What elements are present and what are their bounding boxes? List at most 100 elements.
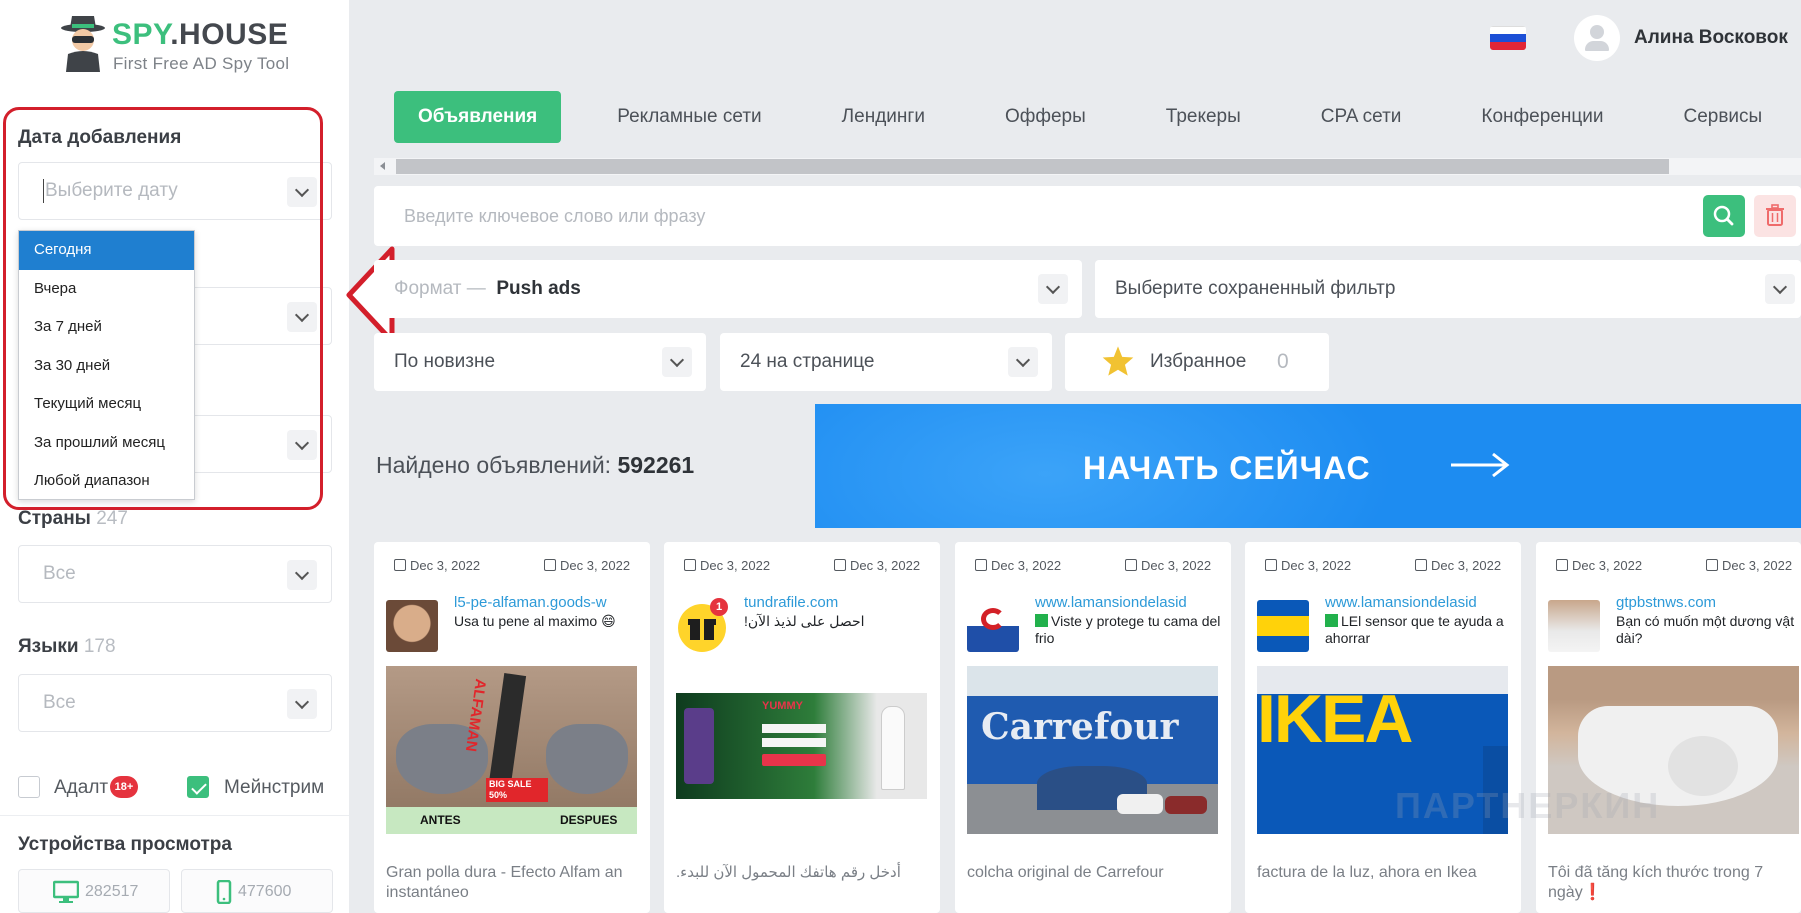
calendar-icon [1556, 559, 1568, 571]
calendar-icon [394, 559, 406, 571]
scrollbar-thumb[interactable] [396, 159, 1669, 174]
star-icon [1102, 346, 1134, 376]
promo-banner[interactable]: НАЧАТЬ СЕЙЧАС [815, 404, 1801, 528]
logo-brand: SPY.HOUSE [112, 18, 289, 51]
arrow-right-icon [1451, 452, 1510, 478]
sidebar: SPY.HOUSE First Free AD Spy Tool Дата до… [0, 0, 349, 913]
date-seen: Dec 3, 2022 [1706, 558, 1792, 573]
format-text: Формат — Push ads [394, 278, 581, 299]
creative-text-antes: ANTES [420, 813, 461, 827]
ad-description: أدخل رقم هاتفك المحمول الآن للبدء. [676, 864, 901, 881]
per-page-select[interactable]: 24 на странице [720, 333, 1052, 391]
saved-filter-select[interactable]: Выберите сохраненный фильтр [1095, 260, 1801, 318]
mobile-device-button[interactable]: 477600 [181, 869, 333, 913]
chevron-down-icon[interactable] [287, 560, 317, 590]
countries-value: Все [43, 563, 76, 584]
banner-cta: НАЧАТЬ СЕЙЧАС [1083, 450, 1371, 486]
tab-ads[interactable]: Объявления [394, 91, 562, 143]
countries-select[interactable]: Все [18, 545, 332, 603]
ad-headline: Viste y protege tu cama del frio [1035, 613, 1221, 646]
ad-icon-image [967, 600, 1019, 652]
ad-domain[interactable]: gtpbstnws.com [1616, 594, 1801, 611]
notification-badge: 1 [710, 598, 728, 616]
user-avatar[interactable] [1574, 15, 1620, 61]
chevron-down-icon[interactable] [1008, 347, 1038, 377]
tab-offers[interactable]: Офферы [981, 91, 1110, 143]
tab-trackers[interactable]: Трекеры [1142, 91, 1265, 143]
tab-services[interactable]: Сервисы [1659, 91, 1786, 143]
mainstream-checkbox[interactable] [187, 776, 209, 798]
ad-card[interactable]: Dec 3, 2022 Dec 3, 2022 1 tundrafile.com… [664, 542, 940, 913]
calendar-icon [975, 559, 987, 571]
ad-description: Tôi đã tăng kích thước trong 7 ngày❗ [1548, 864, 1764, 901]
tab-conferences[interactable]: Конференции [1457, 91, 1627, 143]
desktop-icon [53, 880, 79, 903]
chevron-down-icon[interactable] [1765, 274, 1795, 304]
ad-card[interactable]: Dec 3, 2022 Dec 3, 2022 www.lamansiondel… [1245, 542, 1521, 913]
date-seen: Dec 3, 2022 [544, 558, 630, 573]
format-select[interactable]: Формат — Push ads [374, 260, 1082, 318]
date-created: Dec 3, 2022 [394, 558, 480, 573]
divider [0, 815, 349, 816]
favorites-button[interactable]: Избранное 0 [1065, 333, 1329, 391]
calendar-icon [1125, 559, 1137, 571]
logo-tagline: First Free AD Spy Tool [113, 54, 290, 73]
ad-description: factura de la luz, ahora en Ikea [1257, 864, 1477, 881]
ad-card[interactable]: Dec 3, 2022 Dec 3, 2022 gtpbstnws.com Bạ… [1536, 542, 1801, 913]
search-input[interactable]: Введите ключевое слово или фразу [374, 186, 1801, 246]
ad-card[interactable]: Dec 3, 2022 Dec 3, 2022 www.lamansiondel… [955, 542, 1231, 913]
green-square-icon [1325, 614, 1338, 627]
tab-cpa-networks[interactable]: CPA сети [1297, 91, 1426, 143]
languages-label: Языки 178 [18, 636, 116, 657]
calendar-icon [684, 559, 696, 571]
chevron-down-icon[interactable] [662, 347, 692, 377]
ad-domain[interactable]: www.lamansiondelasid [1035, 594, 1225, 611]
ad-domain[interactable]: tundrafile.com [744, 594, 934, 611]
ad-headline: احصل على لذيذ الآن! [744, 613, 865, 629]
creative-text-carrefour: Carrefour [981, 706, 1179, 748]
gift-icon: 1 [676, 598, 728, 652]
ad-creative-image: Carrefour [967, 666, 1218, 834]
ad-card[interactable]: Dec 3, 2022 Dec 3, 2022 l5-pe-alfaman.go… [374, 542, 650, 913]
search-button[interactable] [1703, 195, 1745, 237]
creative-text-yummy: YUMMY [762, 700, 803, 712]
trash-icon [1766, 204, 1784, 226]
desktop-device-button[interactable]: 282517 [18, 869, 170, 913]
results-count: Найдено объявлений: 592261 [376, 452, 695, 478]
mainstream-label: Мейнстрим [224, 777, 325, 798]
languages-value: Все [43, 692, 76, 713]
creative-sale-badge: BIG SALE 50% [486, 778, 548, 802]
saved-filter-placeholder: Выберите сохраненный фильтр [1115, 278, 1396, 299]
adult-18-badge: 18+ [110, 776, 138, 798]
tab-landings[interactable]: Лендинги [818, 91, 949, 143]
spy-mascot-icon [61, 16, 105, 72]
adult-checkbox[interactable] [18, 776, 40, 798]
desktop-count: 282517 [85, 883, 139, 900]
devices-label: Устройства просмотра [18, 834, 232, 855]
chevron-down-icon[interactable] [287, 689, 317, 719]
clear-button[interactable] [1754, 195, 1796, 237]
creative-text-despues: DESPUES [560, 813, 618, 827]
date-created: Dec 3, 2022 [684, 558, 770, 573]
russia-flag-icon[interactable] [1490, 26, 1526, 50]
sort-select[interactable]: По новизне [374, 333, 706, 391]
ad-domain[interactable]: www.lamansiondelasid [1325, 594, 1515, 611]
ad-icon-image [1257, 600, 1309, 652]
calendar-icon [1415, 559, 1427, 571]
creative-text-ikea: IKEA [1257, 681, 1413, 757]
user-name[interactable]: Алина Восковок [1634, 27, 1788, 49]
scroll-left-arrow-icon[interactable] [380, 162, 385, 170]
chevron-down-icon[interactable] [1038, 274, 1068, 304]
adult-label: Адалт [54, 777, 109, 798]
tabs-scrollbar[interactable] [374, 158, 1801, 175]
ad-creative-image: YUMMY [676, 666, 927, 834]
tab-ad-networks[interactable]: Рекламные сети [593, 91, 785, 143]
date-seen: Dec 3, 2022 [1415, 558, 1501, 573]
search-placeholder: Введите ключевое слово или фразу [404, 206, 706, 226]
logo[interactable]: SPY.HOUSE First Free AD Spy Tool [58, 14, 318, 76]
ad-domain[interactable]: l5-pe-alfaman.goods-w [454, 594, 644, 611]
languages-select[interactable]: Все [18, 674, 332, 732]
watermark: ПАРТНЕРКИН [1395, 785, 1661, 826]
search-icon [1713, 205, 1734, 226]
ad-icon-image [386, 600, 438, 652]
